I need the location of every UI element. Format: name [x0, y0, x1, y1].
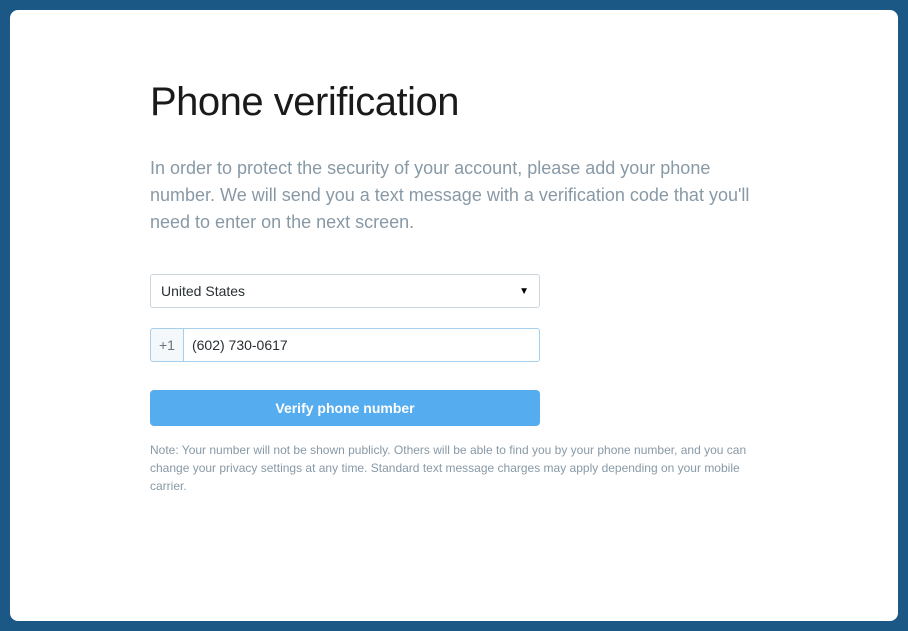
phone-row: +1 [150, 328, 540, 362]
page-description: In order to protect the security of your… [150, 155, 758, 236]
country-selected-label: United States [161, 283, 245, 299]
phone-input[interactable] [183, 328, 540, 362]
page-title: Phone verification [150, 80, 758, 125]
chevron-down-icon: ▼ [519, 286, 529, 297]
verification-card: Phone verification In order to protect t… [10, 10, 898, 621]
country-code-prefix: +1 [150, 328, 183, 362]
privacy-note: Note: Your number will not be shown publ… [150, 441, 758, 495]
verify-button[interactable]: Verify phone number [150, 390, 540, 426]
country-select[interactable]: United States ▼ [150, 274, 540, 308]
